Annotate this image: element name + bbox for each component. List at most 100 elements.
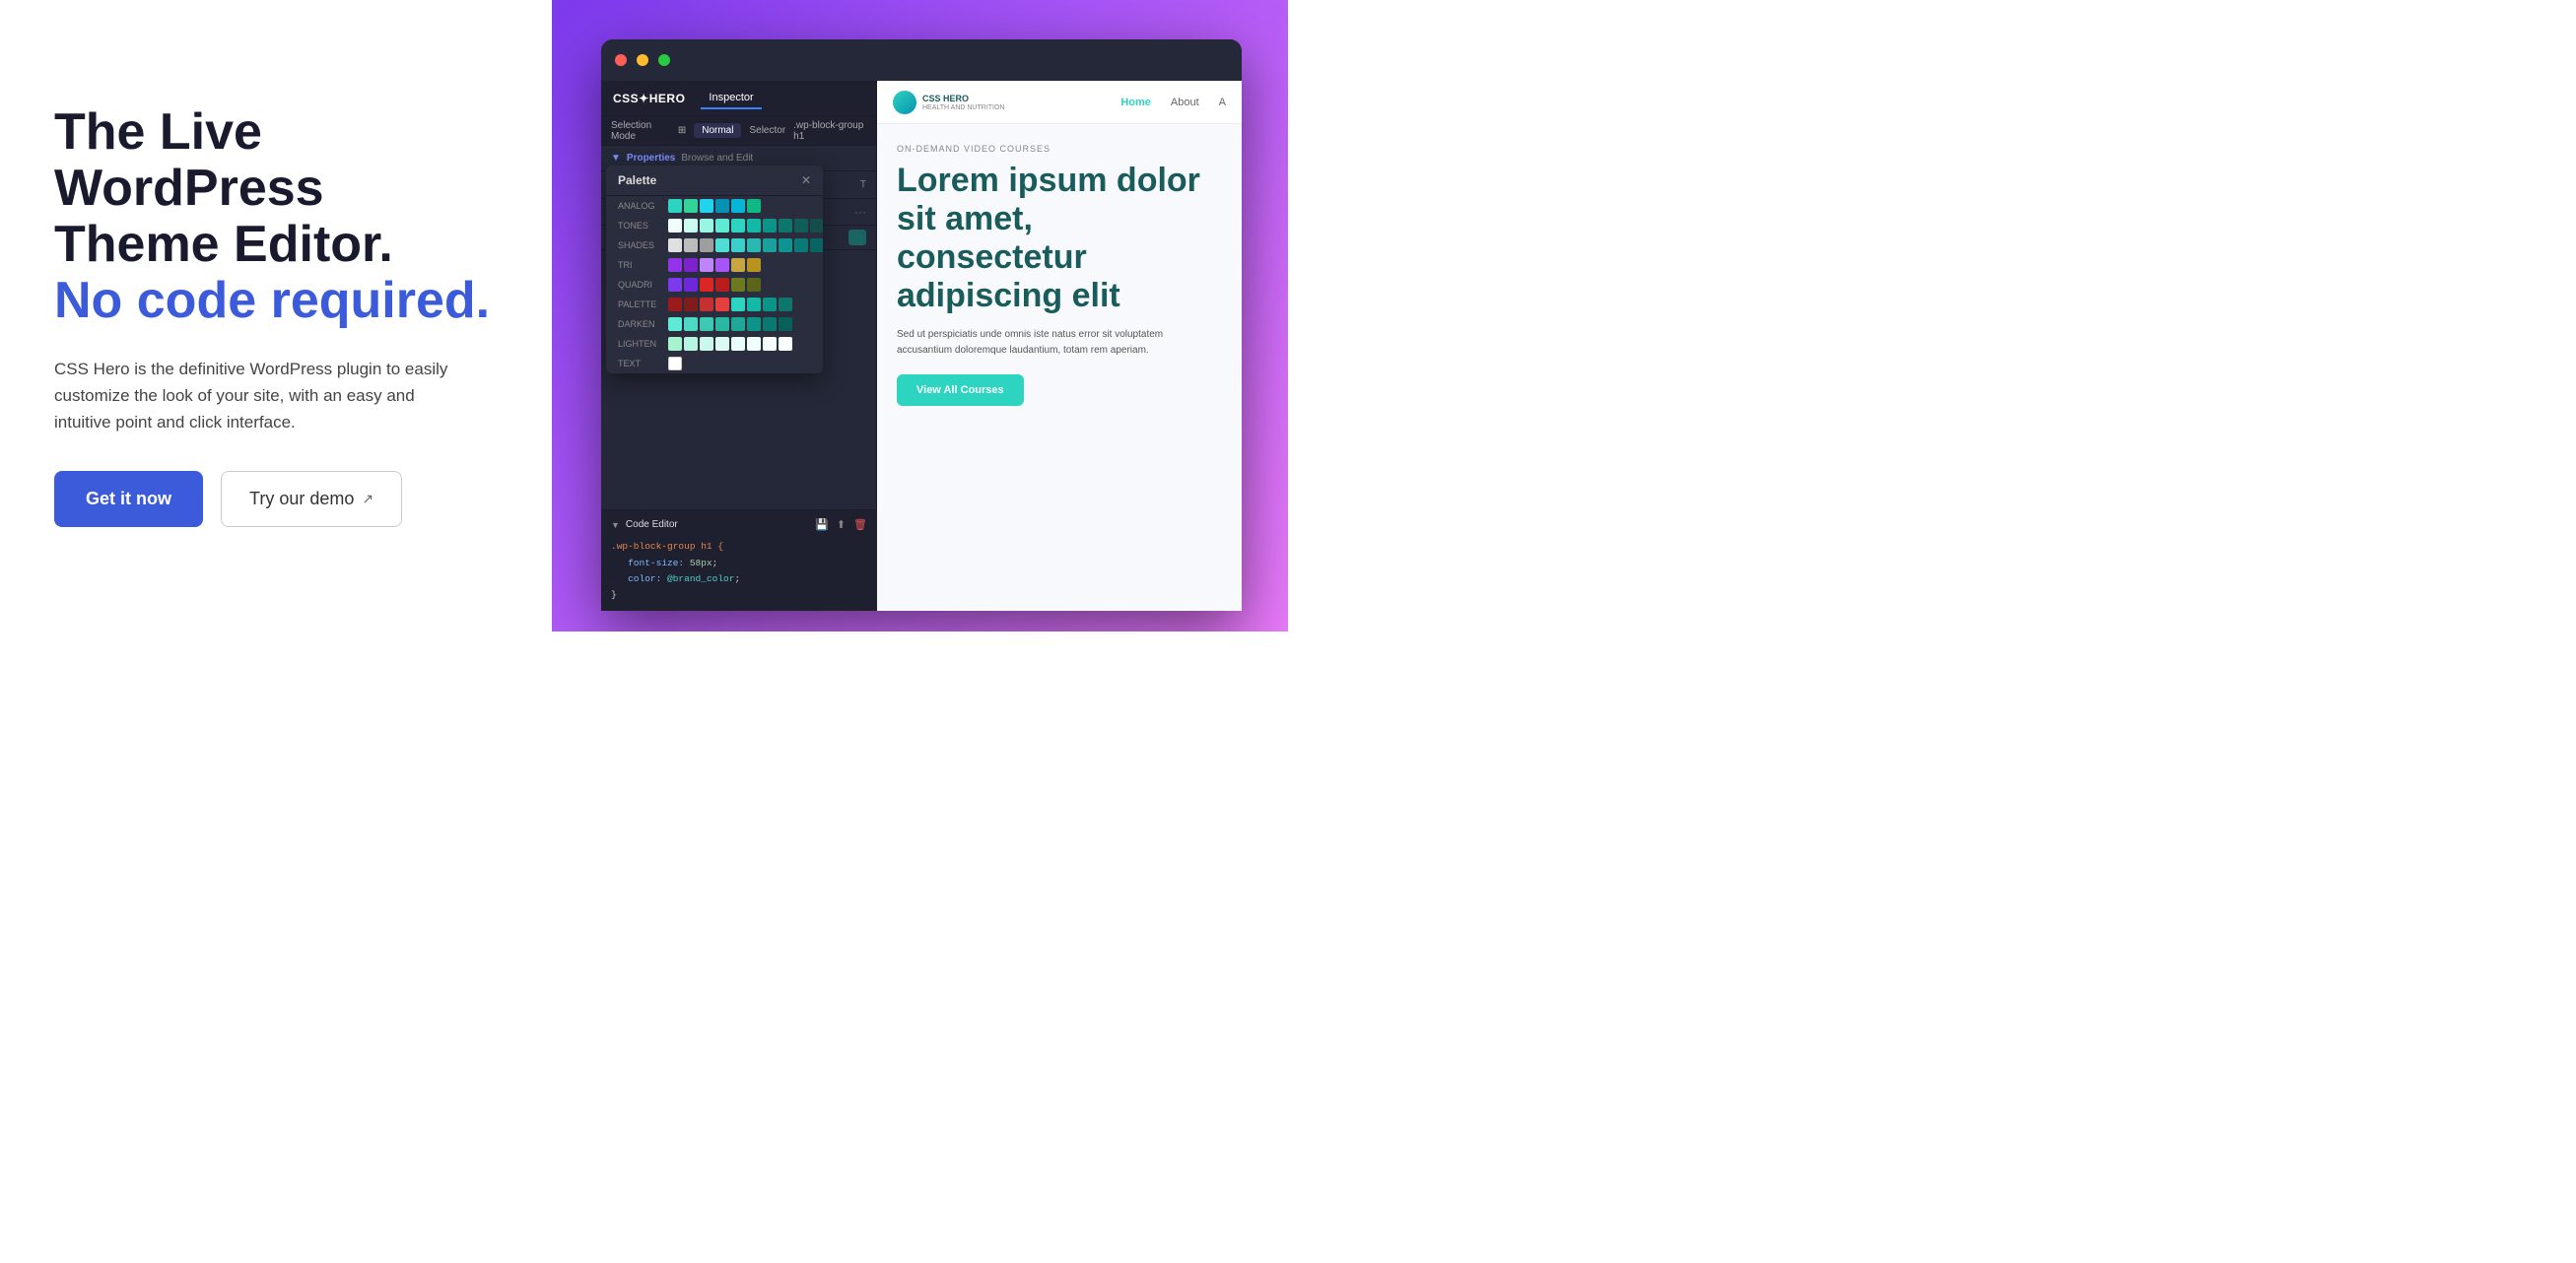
properties-arrow: ▼: [611, 153, 621, 164]
swatch[interactable]: [747, 238, 761, 252]
swatch[interactable]: [715, 337, 729, 351]
export-code-icon[interactable]: ⬆: [837, 518, 846, 531]
swatch[interactable]: [731, 337, 745, 351]
swatch[interactable]: [684, 258, 698, 272]
swatch[interactable]: [794, 238, 808, 252]
swatch[interactable]: [779, 219, 792, 233]
swatch[interactable]: [668, 357, 682, 370]
left-section: The Live WordPress Theme Editor. No code…: [0, 0, 552, 632]
nav-link-about[interactable]: About: [1171, 97, 1199, 108]
palette-tones-swatches: [668, 219, 823, 233]
swatch[interactable]: [731, 278, 745, 292]
nav-link-extra[interactable]: A: [1219, 97, 1226, 108]
save-code-icon[interactable]: 💾: [815, 518, 829, 531]
swatch[interactable]: [715, 238, 729, 252]
swatch[interactable]: [763, 337, 777, 351]
swatch[interactable]: [700, 199, 713, 213]
swatch[interactable]: [747, 199, 761, 213]
swatch[interactable]: [715, 258, 729, 272]
palette-row-text: TEXT: [606, 354, 823, 373]
inspector-tab[interactable]: Inspector: [701, 88, 761, 109]
swatch[interactable]: [731, 199, 745, 213]
palette-shades-label: SHADES: [618, 240, 662, 250]
swatch[interactable]: [794, 219, 808, 233]
nav-link-home[interactable]: Home: [1120, 97, 1151, 108]
swatch[interactable]: [731, 298, 745, 311]
swatch[interactable]: [715, 317, 729, 331]
swatch[interactable]: [684, 238, 698, 252]
swatch[interactable]: [747, 298, 761, 311]
traffic-light-red[interactable]: [615, 54, 627, 66]
swatch[interactable]: [700, 219, 713, 233]
swatch[interactable]: [668, 199, 682, 213]
swatch[interactable]: [810, 238, 823, 252]
swatch[interactable]: [779, 317, 792, 331]
swatch[interactable]: [700, 238, 713, 252]
swatch[interactable]: [700, 337, 713, 351]
code-line-3: color: @brand_color;: [611, 571, 867, 587]
csshero-logo: CSS✦HERO: [613, 92, 685, 105]
swatch[interactable]: [715, 199, 729, 213]
try-demo-button[interactable]: Try our demo ↗: [221, 471, 402, 527]
swatch[interactable]: [747, 337, 761, 351]
swatch[interactable]: [715, 219, 729, 233]
swatch[interactable]: [700, 317, 713, 331]
typography-icon: T: [860, 179, 866, 190]
code-editor-label: Code Editor: [626, 519, 678, 530]
swatch[interactable]: [684, 337, 698, 351]
properties-label[interactable]: Properties: [627, 153, 675, 164]
code-editor-header: ▼ Code Editor 💾 ⬆ 🗑: [611, 518, 867, 531]
traffic-light-green[interactable]: [658, 54, 670, 66]
swatch[interactable]: [779, 238, 792, 252]
swatch[interactable]: [668, 337, 682, 351]
swatch[interactable]: [715, 298, 729, 311]
swatch[interactable]: [684, 278, 698, 292]
hero-description: CSS Hero is the definitive WordPress plu…: [54, 356, 468, 436]
swatch[interactable]: [668, 219, 682, 233]
swatch[interactable]: [747, 278, 761, 292]
traffic-light-yellow[interactable]: [637, 54, 648, 66]
palette-darken-label: DARKEN: [618, 319, 662, 329]
palette-lighten-label: LIGHTEN: [618, 339, 662, 349]
color-swatch[interactable]: [848, 230, 866, 245]
swatch[interactable]: [747, 258, 761, 272]
swatch[interactable]: [668, 298, 682, 311]
selection-mode-value[interactable]: Normal: [694, 123, 741, 138]
swatch[interactable]: [779, 298, 792, 311]
palette-tones-label: TONES: [618, 221, 662, 231]
swatch[interactable]: [684, 317, 698, 331]
swatch[interactable]: [668, 238, 682, 252]
get-it-now-button[interactable]: Get it now: [54, 471, 203, 527]
swatch[interactable]: [700, 258, 713, 272]
swatch[interactable]: [684, 199, 698, 213]
swatch[interactable]: [731, 219, 745, 233]
swatch[interactable]: [810, 219, 823, 233]
swatch[interactable]: [700, 278, 713, 292]
swatch[interactable]: [747, 219, 761, 233]
swatch[interactable]: [779, 337, 792, 351]
try-demo-label: Try our demo: [249, 489, 354, 509]
swatch[interactable]: [763, 238, 777, 252]
swatch[interactable]: [763, 317, 777, 331]
palette-close-button[interactable]: ✕: [801, 173, 811, 187]
inspector-panel: CSS✦HERO Inspector Selection Mode ⊞ Norm…: [601, 81, 877, 611]
swatch[interactable]: [731, 258, 745, 272]
swatch[interactable]: [731, 238, 745, 252]
color-menu-icon[interactable]: ···: [854, 205, 866, 219]
view-all-courses-button[interactable]: View All Courses: [897, 374, 1024, 406]
swatch[interactable]: [747, 317, 761, 331]
swatch[interactable]: [763, 219, 777, 233]
swatch[interactable]: [731, 317, 745, 331]
swatch[interactable]: [668, 317, 682, 331]
swatch[interactable]: [668, 278, 682, 292]
code-editor: ▼ Code Editor 💾 ⬆ 🗑 .wp-block-group h1 {…: [601, 509, 877, 611]
palette-shades-swatches: [668, 238, 823, 252]
swatch[interactable]: [684, 298, 698, 311]
swatch[interactable]: [763, 298, 777, 311]
delete-code-icon[interactable]: 🗑: [853, 518, 867, 531]
swatch[interactable]: [700, 298, 713, 311]
swatch[interactable]: [668, 258, 682, 272]
preview-heading: Lorem ipsum dolor sit amet, consectetur …: [897, 162, 1222, 315]
swatch[interactable]: [684, 219, 698, 233]
swatch[interactable]: [715, 278, 729, 292]
